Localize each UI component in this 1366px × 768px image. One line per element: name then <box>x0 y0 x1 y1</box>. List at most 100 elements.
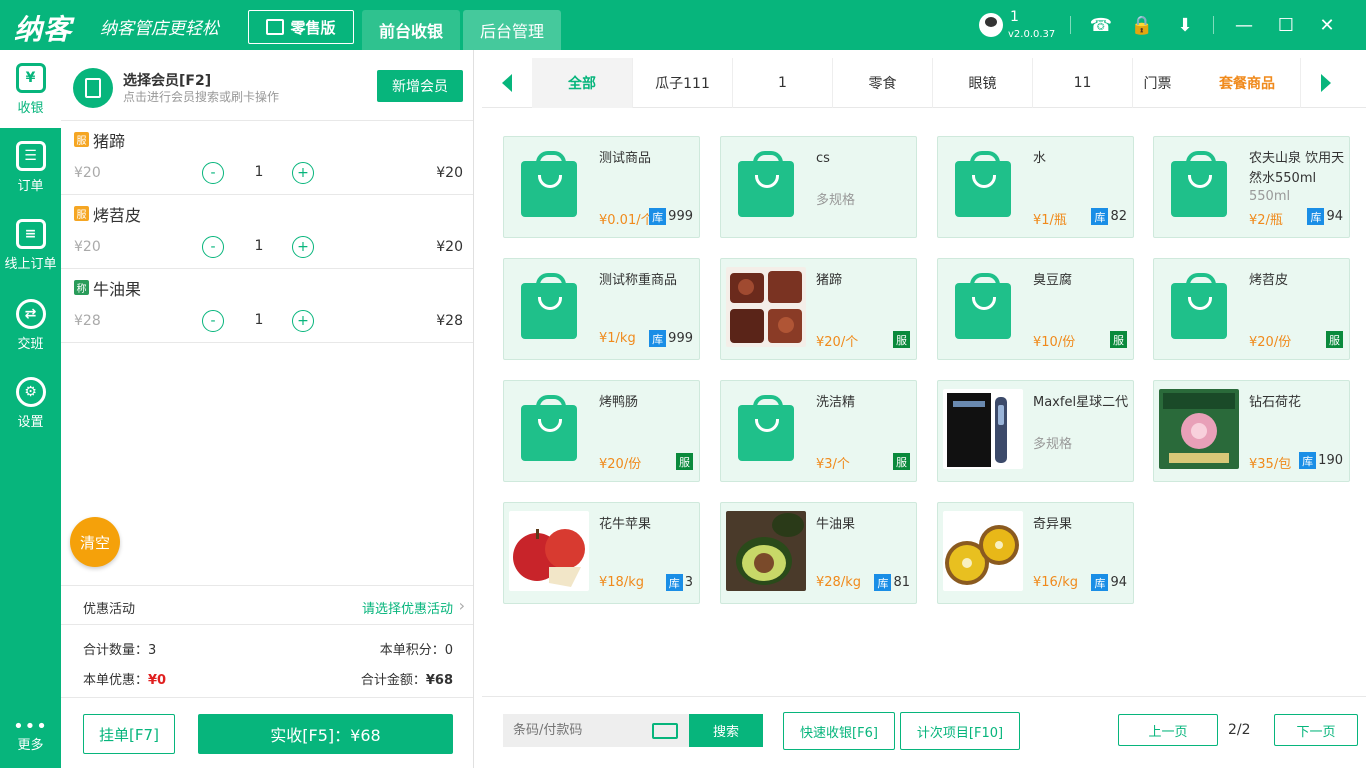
next-page-button[interactable]: 下一页 <box>1274 714 1358 746</box>
cart-item-total: ¥20 <box>436 239 463 255</box>
product-price: ¥16/kg <box>1033 575 1078 590</box>
promotion-row[interactable]: 优惠活动 请选择优惠活动 › <box>61 585 473 625</box>
product-card[interactable]: 水 ¥1/瓶 库 82 <box>937 136 1134 238</box>
support-icon[interactable]: ☎ <box>1090 14 1112 36</box>
product-card[interactable]: 钻石荷花 ¥35/包 库 190 <box>1153 380 1350 482</box>
tab-category[interactable]: 11 <box>1032 58 1132 108</box>
tab-front-cashier[interactable]: 前台收银 <box>362 10 460 50</box>
increase-button[interactable]: + <box>292 310 314 332</box>
tab-category[interactable]: 零食 <box>832 58 932 108</box>
quantity-value[interactable]: 1 <box>247 164 271 180</box>
total-amount: 合计金额：¥68 <box>361 669 453 688</box>
stock-badge: 库 <box>649 208 667 225</box>
search-button[interactable]: 搜索 <box>689 714 763 747</box>
product-card[interactable]: 烤鸭肠 ¥20/份 服 <box>503 380 700 482</box>
product-image <box>943 389 1023 469</box>
quantity-value[interactable]: 1 <box>247 238 271 254</box>
tab-category[interactable]: 瓜子111 <box>632 58 732 108</box>
product-card[interactable]: Maxfel星球二代 多规格 <box>937 380 1134 482</box>
nav-item-orders[interactable]: ☰ 订单 <box>0 128 61 206</box>
nav-item-settings[interactable]: ⚙ 设置 <box>0 364 61 442</box>
product-image <box>943 511 1023 591</box>
product-price: ¥3/个 <box>816 457 850 472</box>
nav-item-shift[interactable]: ⇄ 交班 <box>0 286 61 364</box>
keyboard-icon[interactable] <box>652 723 678 739</box>
cart-item-price: ¥20 <box>74 165 101 181</box>
nav-more[interactable]: ••• 更多 <box>0 718 61 754</box>
tab-category[interactable]: 眼镜 <box>932 58 1032 108</box>
product-card[interactable]: 烤苕皮 ¥20/份 服 <box>1153 258 1350 360</box>
product-card[interactable]: 测试商品 ¥0.01/个 库 999 <box>503 136 700 238</box>
product-card[interactable]: 奇异果 ¥16/kg 库 94 <box>937 502 1134 604</box>
service-badge: 服 <box>74 206 89 221</box>
product-card[interactable]: 测试称重商品 ¥1/kg 库 999 <box>503 258 700 360</box>
stock-info: 库 94 <box>1307 208 1343 225</box>
pay-button[interactable]: 实收[F5]：¥68 <box>198 714 453 754</box>
category-prev-button[interactable] <box>482 58 532 108</box>
product-image <box>726 145 806 225</box>
product-card[interactable]: 臭豆腐 ¥10/份 服 <box>937 258 1134 360</box>
maximize-icon[interactable]: ☐ <box>1275 14 1297 36</box>
decrease-button[interactable]: - <box>202 162 224 184</box>
increase-button[interactable]: + <box>292 236 314 258</box>
apple-photo <box>509 511 589 591</box>
tab-category[interactable]: 1 <box>732 58 832 108</box>
product-name: 水 <box>1033 151 1047 166</box>
shopping-bag-icon <box>955 273 1011 339</box>
product-card[interactable]: 牛油果 ¥28/kg 库 81 <box>720 502 917 604</box>
app-slogan: 纳客管店更轻松 <box>100 19 219 39</box>
count-item-button[interactable]: 计次项目[F10] <box>900 712 1020 750</box>
hold-order-button[interactable]: 挂单[F7] <box>83 714 175 754</box>
product-card[interactable]: 洗洁精 ¥3/个 服 <box>720 380 917 482</box>
quick-cash-button[interactable]: 快速收银[F6] <box>783 712 895 750</box>
shop-bag-icon <box>266 19 285 35</box>
product-card[interactable]: cs 多规格 <box>720 136 917 238</box>
nav-label: 线上订单 <box>4 256 57 272</box>
stock-badge: 库 <box>665 574 683 591</box>
product-card[interactable]: 农夫山泉 饮用天然水550ml 550ml ¥2/瓶 库 94 <box>1153 136 1350 238</box>
product-card[interactable]: 猪蹄 ¥20/个 服 <box>720 258 917 360</box>
product-image <box>1159 145 1239 225</box>
tab-back-office[interactable]: 后台管理 <box>463 10 561 50</box>
category-next-button[interactable] <box>1300 58 1350 108</box>
member-card-icon[interactable] <box>73 68 113 108</box>
clear-cart-button[interactable]: 清空 <box>70 517 120 567</box>
product-price: ¥20/个 <box>816 335 859 350</box>
category-tabs: 全部 瓜子111 1 零食 眼镜 11 门票 套餐商品 <box>482 58 1366 108</box>
close-icon[interactable]: ✕ <box>1316 14 1338 36</box>
decrease-button[interactable]: - <box>202 236 224 258</box>
cart-item-name: 猪蹄 <box>93 132 126 151</box>
avatar[interactable] <box>979 13 1003 37</box>
quantity-value[interactable]: 1 <box>247 312 271 328</box>
add-member-button[interactable]: 新增会员 <box>377 70 463 102</box>
shopping-bag-icon <box>521 151 577 217</box>
shopping-bag-icon <box>1171 151 1227 217</box>
points-value: 0 <box>444 643 453 658</box>
promotion-label: 优惠活动 <box>83 602 136 617</box>
service-badge: 服 <box>74 132 89 147</box>
shopping-bag-icon <box>955 151 1011 217</box>
member-select[interactable]: 选择会员[F2] <box>123 70 211 90</box>
edition-badge[interactable]: 零售版 <box>248 10 354 44</box>
tab-package-products[interactable]: 套餐商品 <box>1202 58 1292 108</box>
total-qty: 合计数量：3 <box>83 639 156 658</box>
promotion-select[interactable]: 请选择优惠活动 <box>362 598 453 617</box>
decrease-button[interactable]: - <box>202 310 224 332</box>
product-name: 烤苕皮 <box>1249 273 1289 288</box>
arrow-right-icon <box>1320 74 1331 92</box>
download-icon[interactable]: ⬇ <box>1174 14 1196 36</box>
product-card[interactable]: 花牛苹果 ¥18/kg 库3 <box>503 502 700 604</box>
cart-item[interactable]: 称 牛油果 ¥28 - 1 + ¥28 <box>61 268 473 342</box>
prev-page-button[interactable]: 上一页 <box>1118 714 1218 746</box>
tab-category[interactable]: 门票 <box>1132 58 1182 108</box>
nav-item-online-orders[interactable]: ≡ 线上订单 <box>0 206 61 284</box>
cart-item-name: 牛油果 <box>93 280 142 299</box>
minimize-icon[interactable]: — <box>1233 14 1255 36</box>
cart-item[interactable]: 服 猪蹄 ¥20 - 1 + ¥20 <box>61 120 473 194</box>
version-label: v2.0.0.37 <box>1008 29 1056 40</box>
increase-button[interactable]: + <box>292 162 314 184</box>
cart-item[interactable]: 服 烤苕皮 ¥20 - 1 + ¥20 <box>61 194 473 268</box>
nav-item-cashier[interactable]: ¥ 收银 <box>0 50 61 128</box>
tab-category-all[interactable]: 全部 <box>532 58 632 108</box>
lock-icon[interactable]: 🔒 <box>1131 14 1153 36</box>
